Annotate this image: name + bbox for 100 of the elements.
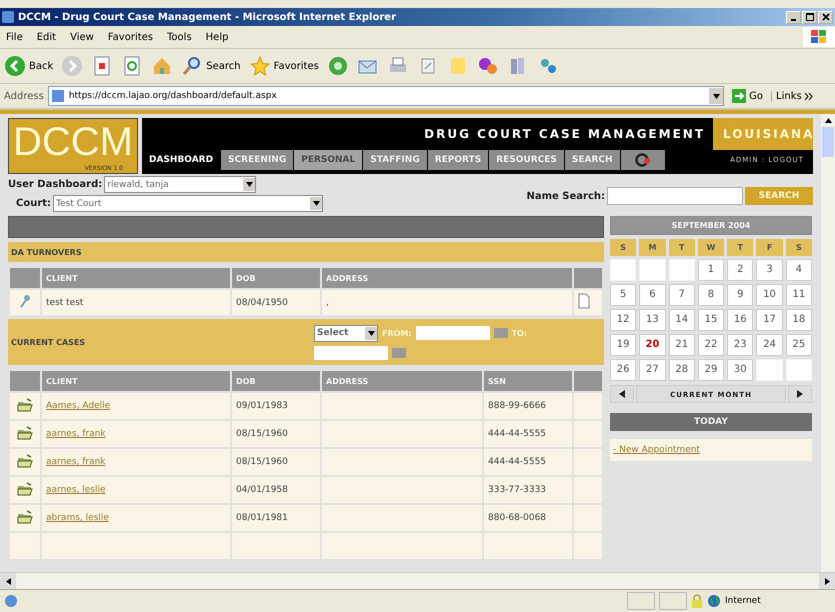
- client-link[interactable]: aarnes, frank: [46, 429, 106, 439]
- favorites-icon: [248, 55, 271, 77]
- user-dropdown[interactable]: riewald, tanja: [104, 176, 256, 193]
- right-arrow-icon: [797, 390, 803, 398]
- calendar-day[interactable]: 26: [610, 359, 636, 381]
- maximize-icon: [806, 13, 814, 21]
- table-cell: 08/04/1950: [231, 289, 321, 316]
- go-button[interactable]: Go: [728, 89, 767, 103]
- calendar-day[interactable]: 20: [639, 334, 666, 356]
- go-arrow-icon: [732, 89, 746, 103]
- messenger-icon: [476, 55, 499, 77]
- calendar-day[interactable]: 23: [727, 334, 754, 356]
- maximize-button[interactable]: [802, 10, 817, 24]
- empty-day-cell: [610, 259, 636, 281]
- folder-icon[interactable]: [17, 454, 33, 468]
- menu-item[interactable]: Edit: [36, 32, 56, 42]
- previous-month-button[interactable]: [610, 385, 634, 403]
- table-cell: ,: [321, 289, 573, 316]
- calendar-day[interactable]: 30: [727, 359, 754, 381]
- client-link[interactable]: Aames, Adelle: [46, 401, 110, 411]
- calendar-day[interactable]: 14: [668, 309, 695, 331]
- next-month-button[interactable]: [788, 385, 812, 403]
- vertical-scrollbar[interactable]: [821, 114, 835, 572]
- key-icon[interactable]: [19, 294, 31, 308]
- messenger-button[interactable]: [476, 55, 499, 77]
- court-label: Court:: [16, 198, 52, 209]
- calendar-day[interactable]: 5: [610, 284, 636, 306]
- court-dropdown[interactable]: Test Court: [53, 195, 324, 212]
- calendar-day[interactable]: 17: [756, 309, 783, 331]
- folder-icon[interactable]: [17, 398, 33, 412]
- column-header: ADDRESS: [321, 370, 483, 392]
- calendar-day[interactable]: 4: [786, 259, 812, 281]
- table-cell: 888-99-6666: [483, 392, 573, 420]
- search-button[interactable]: Search: [181, 55, 241, 77]
- scroll-thumb[interactable]: [822, 127, 834, 157]
- calendar-day[interactable]: 27: [639, 359, 666, 381]
- column-header: ADDRESS: [321, 267, 573, 289]
- client-link[interactable]: aarnes, frank: [46, 457, 106, 467]
- folder-icon[interactable]: [17, 510, 33, 524]
- calendar-day[interactable]: 11: [786, 284, 812, 306]
- zone-label: Internet: [725, 596, 761, 606]
- calendar-day[interactable]: 13: [639, 309, 666, 331]
- calendar-day[interactable]: 2: [727, 259, 754, 281]
- calendar-day[interactable]: 15: [698, 309, 724, 331]
- calendar-day[interactable]: 9: [727, 284, 754, 306]
- to-label: TO:: [512, 328, 528, 338]
- address-label: Address: [4, 90, 44, 102]
- menu-item[interactable]: File: [6, 32, 23, 42]
- horizontal-scrollbar[interactable]: [0, 572, 835, 589]
- up-arrow-icon[interactable]: [824, 118, 832, 123]
- calendar-day[interactable]: 21: [668, 334, 695, 356]
- client-link[interactable]: abrams, leslie: [46, 513, 109, 523]
- weekday-label: T: [668, 239, 695, 256]
- calendar-day[interactable]: 18: [786, 309, 812, 331]
- globe-icon: [707, 594, 721, 608]
- media-button[interactable]: [326, 55, 349, 77]
- ring-icon: [634, 153, 651, 167]
- new-appointment-link[interactable]: - New Appointment: [613, 445, 700, 455]
- weekday-label: F: [756, 239, 783, 256]
- menu-item[interactable]: Help: [206, 32, 228, 42]
- calendar-day[interactable]: 6: [639, 284, 666, 306]
- minimize-button[interactable]: [786, 10, 801, 24]
- from-date-field[interactable]: [416, 326, 490, 340]
- section-title: CURRENT CASES: [11, 338, 86, 346]
- close-button[interactable]: [818, 10, 833, 24]
- menu-item[interactable]: Tools: [167, 32, 192, 42]
- client-link[interactable]: aarnes, leslie: [46, 485, 106, 495]
- back-button[interactable]: Back: [4, 55, 54, 77]
- calendar-day[interactable]: 1: [698, 259, 724, 281]
- calendar-day[interactable]: 10: [756, 284, 783, 306]
- calendar-day[interactable]: 19: [610, 334, 636, 356]
- name-search-field[interactable]: [607, 187, 743, 205]
- to-date-field[interactable]: [314, 346, 388, 360]
- folder-icon[interactable]: [17, 482, 33, 496]
- column-header: DOB: [231, 267, 321, 289]
- links-button[interactable]: Links: [771, 90, 831, 102]
- calendar-day[interactable]: 29: [698, 359, 724, 381]
- calendar-day[interactable]: 8: [698, 284, 724, 306]
- weekday-label: W: [698, 239, 724, 256]
- calendar-day[interactable]: 7: [668, 284, 695, 306]
- menu-item[interactable]: Favorites: [108, 32, 154, 42]
- calendar-day[interactable]: 24: [756, 334, 783, 356]
- menu-item[interactable]: View: [70, 32, 94, 42]
- calendar-day[interactable]: 25: [786, 334, 812, 356]
- calendar-day[interactable]: 22: [698, 334, 724, 356]
- address-field[interactable]: https://dccm.lajao.org/dashboard/default.aspx: [48, 86, 724, 106]
- document-icon[interactable]: [578, 293, 590, 309]
- favorites-button[interactable]: Favorites: [248, 55, 319, 77]
- user-dashboard-label: User Dashboard:: [8, 179, 102, 190]
- column-header: DOB: [231, 370, 321, 392]
- table-cell: 04/01/1958: [231, 476, 321, 504]
- calendar-day[interactable]: 16: [727, 309, 754, 331]
- folder-icon[interactable]: [17, 426, 33, 440]
- help-tab[interactable]: [620, 150, 665, 170]
- forward-icon: [61, 55, 84, 77]
- calendar-day[interactable]: 3: [756, 259, 783, 281]
- calendar-day[interactable]: 12: [610, 309, 636, 331]
- left-arrow-icon: [619, 390, 625, 398]
- calendar-day[interactable]: 28: [668, 359, 695, 381]
- select-dropdown[interactable]: Select: [314, 324, 378, 342]
